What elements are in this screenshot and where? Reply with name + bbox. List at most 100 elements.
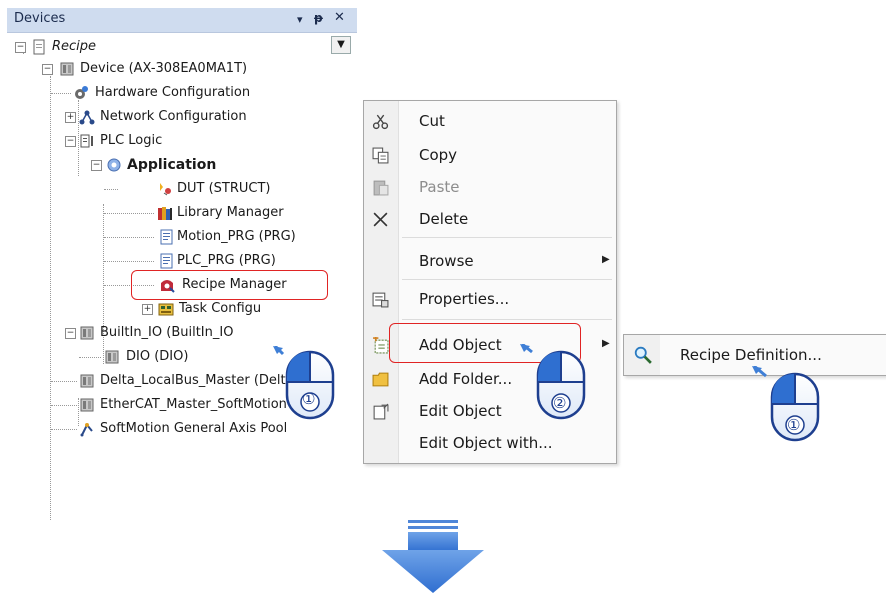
tree-label: Delta_LocalBus_Master (Delta: [100, 373, 294, 388]
menu-item-browse[interactable]: Browse ▶: [364, 245, 616, 277]
ethercat-master-icon: [80, 398, 94, 412]
menu-item-delete[interactable]: Delete: [364, 203, 616, 235]
mouse-left-click-callout: [752, 366, 820, 442]
menu-separator: [402, 237, 612, 238]
axis-pool-icon: [80, 423, 93, 437]
tree-label: PLC Logic: [100, 133, 163, 148]
tree-label: SoftMotion General Axis Pool: [100, 421, 288, 436]
tree-item-library-manager[interactable]: Library Manager: [7, 202, 327, 224]
mouse-left-click-callout: [520, 344, 586, 420]
edit-object-icon: [373, 403, 389, 420]
tree-label: DUT (STRUCT): [177, 181, 271, 196]
bus-master-icon: [80, 374, 94, 388]
collapse-icon[interactable]: −: [15, 42, 26, 53]
tree-label: Task Configu: [179, 301, 262, 316]
hardware-gear-icon: [75, 86, 88, 99]
devices-panel: Devices ▾ ᵽ ✕ ▼ − Recipe − Device (AX-30…: [7, 8, 357, 526]
tree-item-builtin-io[interactable]: − BuiltIn_IO (BuiltIn_IO: [7, 322, 327, 344]
add-object-icon: [373, 337, 389, 354]
devices-titlebar: Devices ▾ ᵽ ✕: [7, 8, 357, 33]
tree-label: EtherCAT_Master_SoftMotion: [100, 397, 287, 412]
paste-icon: [373, 180, 389, 196]
big-down-arrow-icon: [382, 520, 484, 593]
menu-item-edit-object-with[interactable]: Edit Object with...: [364, 427, 616, 459]
tree-item-dut[interactable]: DUT (STRUCT): [7, 178, 327, 200]
menu-item-label: Copy: [419, 146, 458, 164]
close-icon[interactable]: ✕: [334, 10, 345, 25]
menu-item-label: Browse: [419, 252, 474, 270]
plc-logic-icon: [80, 134, 93, 148]
tree-line: [104, 237, 154, 238]
tree-label: Network Configuration: [100, 109, 247, 124]
tree-item-hardware-configuration[interactable]: Hardware Configuration: [7, 82, 327, 104]
tree-line: [51, 405, 77, 406]
tree-line: [51, 381, 77, 382]
tree-item-network-configuration[interactable]: + Network Configuration: [7, 106, 327, 128]
program-icon: [160, 253, 173, 269]
tree-item-recipe[interactable]: − Recipe: [7, 36, 327, 58]
copy-icon: [372, 147, 389, 164]
tree-label: Application: [127, 157, 217, 173]
tree-item-application[interactable]: − Application: [7, 154, 327, 176]
panel-title: Devices: [14, 11, 66, 26]
tree-label: DIO (DIO): [126, 349, 189, 364]
tree-item-motion-prg[interactable]: Motion_PRG (PRG): [7, 226, 327, 248]
tree-item-task-configuration[interactable]: + Task Configu: [7, 298, 327, 320]
tree-item-plc-prg[interactable]: PLC_PRG (PRG): [7, 250, 327, 272]
recipe-manager-highlight: [131, 270, 328, 300]
collapse-icon[interactable]: −: [42, 64, 53, 75]
tree-label: Motion_PRG (PRG): [177, 229, 296, 244]
project-icon: [33, 39, 45, 55]
tree-line: [79, 357, 101, 358]
collapse-icon[interactable]: −: [65, 136, 76, 147]
tree-dropdown-button[interactable]: ▼: [331, 36, 351, 54]
magnifier-icon: [634, 346, 652, 364]
menu-item-label: Edit Object with...: [419, 434, 553, 452]
menu-item-properties[interactable]: Properties...: [364, 283, 616, 315]
tree-item-plc-logic[interactable]: − PLC Logic: [7, 130, 327, 152]
pin-icon[interactable]: ᵽ: [314, 11, 323, 25]
application-gear-icon: [107, 158, 121, 172]
tree-line: [104, 213, 154, 214]
plc-device-icon: [60, 62, 74, 76]
tree-line: [51, 93, 71, 94]
delete-x-icon: [373, 212, 388, 227]
step-number-label: ①: [787, 416, 801, 434]
properties-icon: [372, 292, 389, 308]
menu-separator: [402, 319, 612, 320]
menu-item-cut[interactable]: Cut: [364, 105, 616, 137]
menu-item-label: Recipe Definition...: [680, 346, 822, 364]
io-module-icon: [105, 350, 119, 364]
tree-line: [104, 189, 118, 190]
expand-icon[interactable]: +: [65, 112, 76, 123]
menu-item-label: Paste: [419, 178, 460, 196]
library-books-icon: [158, 207, 172, 220]
menu-item-paste: Paste: [364, 171, 616, 203]
menu-item-label: Delete: [419, 210, 469, 228]
dut-icon: [160, 183, 171, 196]
tree-label: Hardware Configuration: [95, 85, 251, 100]
tree-label: Library Manager: [177, 205, 284, 220]
expand-icon[interactable]: +: [142, 304, 153, 315]
program-icon: [160, 229, 173, 245]
tree-line: [104, 261, 154, 262]
panel-menu-icon[interactable]: ▾: [297, 13, 303, 26]
menu-item-copy[interactable]: Copy: [364, 139, 616, 171]
submenu-arrow-icon: ▶: [602, 254, 610, 265]
network-icon: [79, 110, 95, 125]
tree-label: BuiltIn_IO (BuiltIn_IO: [100, 325, 234, 340]
step-number-label: ②: [553, 394, 567, 412]
tree-label: Device (AX-308EA0MA1T): [80, 61, 248, 76]
task-configuration-icon: [158, 303, 174, 316]
tree-label: Recipe: [52, 39, 97, 54]
tree-line: [51, 429, 77, 430]
collapse-icon[interactable]: −: [91, 160, 102, 171]
folder-icon: [372, 372, 389, 387]
tree-item-device[interactable]: − Device (AX-308EA0MA1T): [7, 58, 327, 80]
step-number-label: ①: [302, 390, 316, 408]
menu-item-label: Cut: [419, 112, 445, 130]
tree-label: PLC_PRG (PRG): [177, 253, 276, 268]
collapse-icon[interactable]: −: [65, 328, 76, 339]
menu-separator: [402, 279, 612, 280]
menu-item-label: Edit Object: [419, 402, 502, 420]
